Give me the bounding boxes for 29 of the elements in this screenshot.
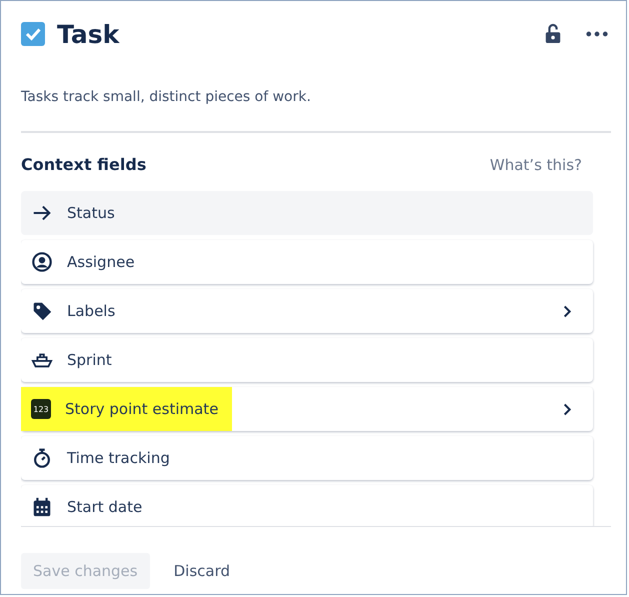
unlocked-padlock-icon[interactable] bbox=[544, 23, 562, 45]
field-row[interactable]: Sprint bbox=[21, 338, 593, 382]
field-row[interactable]: Assignee bbox=[21, 240, 593, 284]
field-row[interactable]: 123 Story point estimate bbox=[21, 387, 593, 431]
person-icon bbox=[31, 251, 53, 273]
field-row[interactable]: Start date bbox=[21, 485, 593, 526]
description: Tasks track small, distinct pieces of work. bbox=[21, 89, 312, 105]
field-row[interactable]: Labels bbox=[21, 289, 593, 333]
help-link[interactable]: What’s this? bbox=[490, 156, 582, 174]
calendar-icon bbox=[31, 496, 53, 518]
window-title: Task bbox=[57, 20, 120, 48]
more-icon[interactable] bbox=[586, 30, 608, 38]
field-label: Story point estimate bbox=[65, 400, 218, 418]
field-row[interactable]: Status bbox=[21, 191, 593, 235]
section-heading: Context fields bbox=[21, 155, 146, 174]
discard-button[interactable]: Discard bbox=[162, 553, 242, 589]
field-label: Status bbox=[67, 204, 115, 222]
field-label: Time tracking bbox=[67, 449, 170, 467]
number-icon: 123 bbox=[31, 399, 51, 419]
field-label: Sprint bbox=[67, 351, 112, 369]
tag-icon bbox=[31, 300, 53, 322]
field-row[interactable]: Time tracking bbox=[21, 436, 593, 480]
checkbox[interactable] bbox=[21, 22, 45, 46]
field-label: Assignee bbox=[67, 253, 135, 271]
stopwatch-icon bbox=[31, 447, 53, 469]
field-label: Labels bbox=[67, 302, 116, 320]
field-label: Start date bbox=[67, 498, 142, 516]
chevron-right-icon[interactable] bbox=[563, 304, 573, 318]
chevron-right-icon[interactable] bbox=[563, 402, 573, 416]
